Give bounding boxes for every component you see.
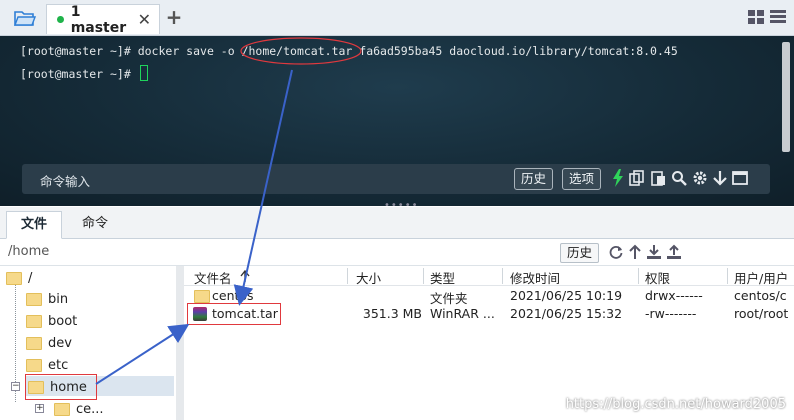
folder-icon [6, 271, 22, 285]
command-toolbar-icons [612, 169, 748, 187]
folder-icon [54, 402, 70, 416]
command-path: /home/tomcat.tar [241, 44, 353, 58]
col-size[interactable]: 大小 [356, 268, 381, 287]
path-toolbar-icons [608, 244, 682, 260]
home-annotation-box [25, 374, 97, 400]
terminal-line-1: [root@master ~]# docker save -o /home/to… [20, 44, 678, 58]
tree-item-boot[interactable]: boot [26, 311, 77, 331]
folder-open-icon[interactable] [8, 5, 42, 31]
tab-commands[interactable]: 命令 [68, 211, 122, 239]
folder-icon [26, 314, 42, 328]
file-type: WinRAR ... [430, 306, 495, 321]
prompt: [root@master ~]# [20, 44, 138, 58]
options-button[interactable]: 选项 [562, 168, 602, 190]
command-input-bar[interactable]: 命令输入 历史 选项 [22, 164, 770, 194]
refresh-icon[interactable] [608, 244, 624, 260]
tomcat-annotation-box [187, 303, 281, 325]
download-icon[interactable] [646, 244, 662, 260]
paste-icon[interactable] [650, 170, 666, 186]
tree-item-label: ce... [76, 401, 104, 417]
tree-item-dev[interactable]: dev [26, 333, 72, 353]
tree-item-label: bin [48, 291, 69, 307]
command-text: docker save -o [137, 44, 242, 58]
tab-files[interactable]: 文件 [6, 211, 63, 239]
col-type[interactable]: 类型 [430, 268, 455, 287]
tree-item-label: / [28, 270, 33, 286]
col-perm[interactable]: 权限 [645, 268, 670, 287]
tab-label: 1 master [70, 3, 127, 36]
tree-item-bin[interactable]: bin [26, 289, 68, 309]
folder-icon [26, 336, 42, 350]
col-owner[interactable]: 用户/用户 [734, 268, 794, 287]
lightning-icon[interactable] [612, 169, 624, 187]
folder-icon [26, 292, 42, 306]
upload-icon[interactable] [666, 244, 682, 260]
window-icon[interactable] [732, 171, 748, 185]
terminal-scrollbar[interactable] [782, 42, 790, 152]
list-layout-icon[interactable] [770, 10, 786, 24]
terminal-cursor [139, 65, 148, 81]
col-name[interactable]: 文件名 [194, 268, 232, 287]
close-icon[interactable]: ✕ [138, 10, 151, 29]
connected-status-dot [57, 16, 64, 23]
watermark: https://blog.csdn.net/howard2005 [565, 397, 786, 412]
grid-layout-icon[interactable] [748, 10, 764, 24]
layout-icons [748, 10, 786, 24]
file-owner: root/root [734, 306, 789, 321]
col-mtime[interactable]: 修改时间 [510, 268, 560, 287]
arrow-down-icon[interactable] [713, 170, 727, 186]
file-list-header: 文件名 大小 类型 修改时间 权限 用户/用户 [184, 266, 794, 286]
tree-item-centos[interactable]: ce... [54, 399, 104, 419]
file-type: 文件夹 [430, 291, 468, 306]
add-tab-button[interactable]: + [162, 5, 186, 31]
file-mtime: 2021/06/25 15:32 [510, 306, 623, 321]
file-name: centos [212, 288, 254, 303]
gear-icon[interactable] [692, 170, 708, 186]
tab-master[interactable]: 1 master ✕ [46, 3, 160, 36]
tree-item-label: etc [48, 357, 69, 373]
prompt: [root@master ~]# [20, 67, 138, 81]
collapse-icon[interactable]: − [11, 382, 20, 391]
file-size: 351.3 MB [362, 306, 422, 321]
path-input[interactable]: /home [8, 244, 49, 259]
file-mtime: 2021/06/25 10:19 [510, 288, 623, 303]
session-tabbar: 1 master ✕ + [0, 0, 794, 36]
tree-item-etc[interactable]: etc [26, 355, 68, 375]
folder-icon [26, 358, 42, 372]
path-history-button[interactable]: 历史 [560, 243, 600, 263]
lower-tabbar: 文件 命令 [0, 207, 794, 239]
terminal-line-2: [root@master ~]# [20, 65, 148, 81]
sort-up-icon [240, 270, 250, 282]
expand-icon[interactable]: + [35, 404, 44, 413]
tree-item-label: dev [48, 335, 72, 351]
folder-icon [194, 290, 210, 303]
tree-item-root[interactable]: / [6, 268, 32, 288]
copy-icon[interactable] [629, 170, 645, 186]
history-button[interactable]: 历史 [514, 168, 554, 190]
command-input-placeholder[interactable]: 命令输入 [40, 171, 90, 190]
file-perm: -rw------- [645, 306, 697, 321]
pane-splitter[interactable]: ••••• [384, 200, 418, 211]
terminal-pane[interactable]: [root@master ~]# docker save -o /home/to… [0, 36, 794, 206]
file-perm: drwx------ [645, 288, 703, 303]
tree-item-label: boot [48, 313, 78, 329]
up-arrow-icon[interactable] [628, 244, 642, 260]
search-icon[interactable] [671, 170, 687, 186]
file-owner: centos/c [734, 288, 787, 303]
command-text-rest: fa6ad595ba45 daocloud.io/library/tomcat:… [352, 44, 678, 58]
path-bar: /home 历史 [0, 240, 794, 266]
tree-scrollbar[interactable] [176, 266, 184, 420]
